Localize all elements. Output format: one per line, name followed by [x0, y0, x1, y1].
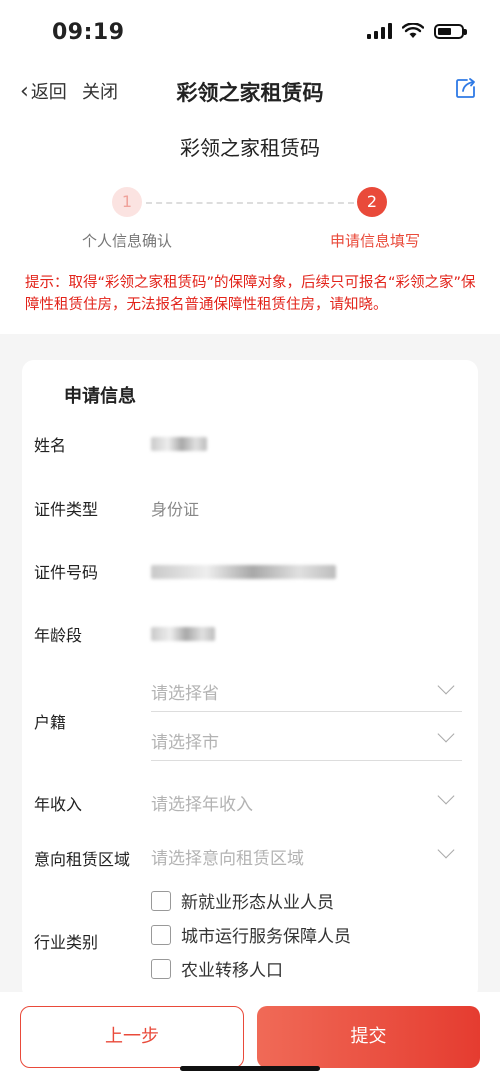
city-chevron-down-icon[interactable]	[437, 725, 455, 743]
wifi-icon	[402, 23, 424, 38]
step-connector	[146, 202, 354, 204]
nav-bar: ‹ 返回 关闭 彩领之家租赁码	[0, 66, 500, 116]
section-title: 申请信息	[64, 386, 136, 407]
industry-option[interactable]: 城市运行服务保障人员	[151, 922, 351, 947]
system-icons	[367, 23, 467, 39]
area-chevron-down-icon[interactable]	[437, 841, 455, 859]
industry-option-label: 农业转移人口	[181, 961, 283, 981]
checkbox[interactable]	[151, 890, 171, 911]
industry-option[interactable]: 新就业形态从业人员	[151, 888, 334, 913]
age-value-redacted	[151, 627, 215, 641]
battery-icon	[434, 23, 467, 39]
industry-option-label: 城市运行服务保障人员	[181, 927, 351, 947]
area-select[interactable]: 请选择意向租赁区域	[151, 844, 304, 869]
city-select[interactable]: 请选择市	[151, 728, 219, 753]
step-2-label: 申请信息填写	[330, 232, 421, 250]
checkbox[interactable]	[151, 958, 171, 979]
step-2-badge: 2	[357, 187, 387, 217]
id-type-value: 身份证	[151, 500, 200, 519]
industry-option[interactable]: 农业转移人口	[151, 956, 283, 981]
age-label: 年龄段	[34, 626, 83, 645]
name-value-redacted	[151, 437, 207, 451]
province-underline	[151, 711, 462, 712]
notice-text: 提示：取得“彩领之家租赁码”的保障对象，后续只可报名“彩领之家”保障性租赁住房，…	[25, 275, 476, 313]
nav-title: 彩领之家租赁码	[176, 81, 324, 105]
status-time: 09:19	[52, 20, 125, 45]
checkbox[interactable]	[151, 924, 171, 945]
id-number-redacted	[151, 565, 336, 579]
hukou-label: 户籍	[34, 713, 67, 732]
id-number-label: 证件号码	[34, 563, 99, 582]
share-icon[interactable]	[454, 76, 478, 100]
industry-option-label: 新就业形态从业人员	[181, 893, 334, 913]
prev-step-button[interactable]: 上一步	[20, 1006, 244, 1068]
step-1-label: 个人信息确认	[82, 232, 173, 250]
name-label: 姓名	[34, 436, 67, 455]
home-indicator[interactable]	[180, 1066, 320, 1071]
status-bar: 09:19	[0, 0, 500, 66]
income-chevron-down-icon[interactable]	[437, 787, 455, 805]
page-header: 彩领之家租赁码 1 2 个人信息确认 申请信息填写 提示：取得“彩领之家租赁码”…	[0, 116, 500, 334]
city-underline	[151, 760, 462, 761]
industry-label: 行业类别	[34, 933, 99, 952]
income-label: 年收入	[34, 795, 83, 814]
submit-button[interactable]: 提交	[257, 1006, 480, 1068]
income-select[interactable]: 请选择年收入	[151, 790, 253, 815]
province-chevron-down-icon[interactable]	[437, 677, 455, 695]
id-type-label: 证件类型	[34, 500, 99, 519]
area-label: 意向租赁区域	[34, 850, 131, 869]
province-select[interactable]: 请选择省	[151, 679, 219, 704]
step-1-badge: 1	[112, 187, 142, 217]
page-title: 彩领之家租赁码	[180, 136, 320, 160]
signal-icon	[367, 23, 392, 39]
application-form: 申请信息 姓名 证件类型 身份证 证件号码 年龄段 户籍 请选择省 请选择市 年…	[22, 360, 478, 1000]
